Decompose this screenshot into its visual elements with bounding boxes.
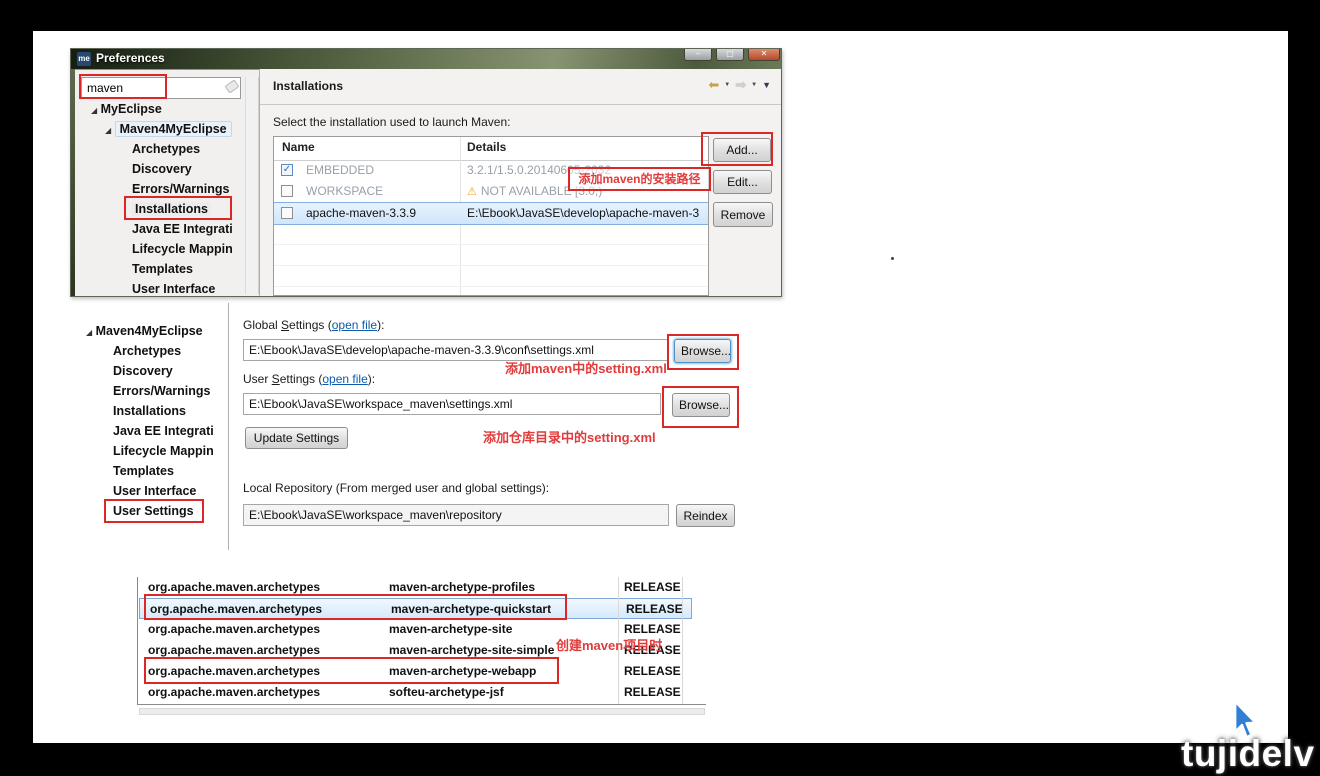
update-settings-button[interactable]: Update Settings xyxy=(245,427,348,449)
global-settings-label: Global Settings (open file): xyxy=(243,318,384,332)
archetype-row-webapp[interactable]: org.apache.maven.archetypes maven-archet… xyxy=(138,661,706,682)
global-browse-button[interactable]: Browse... xyxy=(674,339,731,363)
tree-node-archetypes[interactable]: Archetypes xyxy=(113,341,181,361)
local-repository-field: E:\Ebook\JavaSE\workspace_maven\reposito… xyxy=(243,504,669,526)
archetype-row-quickstart[interactable]: org.apache.maven.archetypes maven-archet… xyxy=(139,598,692,619)
horizontal-scrollbar[interactable] xyxy=(139,708,705,715)
reindex-button[interactable]: Reindex xyxy=(676,504,735,527)
tree-node-installations[interactable]: Installations xyxy=(113,401,186,421)
user-settings-label: User Settings (open file): xyxy=(243,372,375,386)
settings-divider xyxy=(228,303,229,550)
user-settings-field[interactable]: E:\Ebook\JavaSE\workspace_maven\settings… xyxy=(243,393,661,415)
user-browse-button[interactable]: Browse... xyxy=(672,393,730,417)
open-file-link[interactable]: open file xyxy=(322,372,367,386)
tree-node-discovery[interactable]: Discovery xyxy=(113,361,173,381)
tree-node-errors-warnings[interactable]: Errors/Warnings xyxy=(113,381,210,401)
tree-node-maven4myeclipse[interactable]: ◢ Maven4MyEclipse xyxy=(86,321,203,341)
mouse-cursor xyxy=(1226,700,1258,744)
annotation-install-path: 添加maven的安装路径 xyxy=(568,167,711,191)
tree-node-user-settings[interactable]: User Settings xyxy=(113,501,194,521)
settings-tree: Archetypes Discovery Errors/Warnings Ins… xyxy=(113,341,228,543)
open-file-link[interactable]: open file xyxy=(332,318,377,332)
artifact-dot xyxy=(891,257,894,260)
column-divider xyxy=(682,577,683,704)
tree-node-java-ee-integration[interactable]: Java EE Integrati xyxy=(113,421,214,441)
tree-node-lifecycle-mapping[interactable]: Lifecycle Mappin xyxy=(113,441,214,461)
annotation-repo-settings: 添加仓库目录中的setting.xml xyxy=(483,427,656,446)
annotation-create-project: 创建maven项目时 xyxy=(556,635,662,654)
local-repository-label: Local Repository (From merged user and g… xyxy=(243,481,549,495)
screenshot-root: { "icons": { "minimize": "–", "maximize"… xyxy=(0,0,1320,776)
tree-node-templates[interactable]: Templates xyxy=(113,461,174,481)
expand-icon[interactable]: ◢ xyxy=(86,328,92,337)
archetype-row-profiles[interactable]: org.apache.maven.archetypes maven-archet… xyxy=(138,577,706,598)
annotation-maven-settings: 添加maven中的setting.xml xyxy=(505,358,667,377)
tree-node-user-interface[interactable]: User Interface xyxy=(113,481,196,501)
archetype-row-softeu-jsf[interactable]: org.apache.maven.archetypes softeu-arche… xyxy=(138,682,706,703)
